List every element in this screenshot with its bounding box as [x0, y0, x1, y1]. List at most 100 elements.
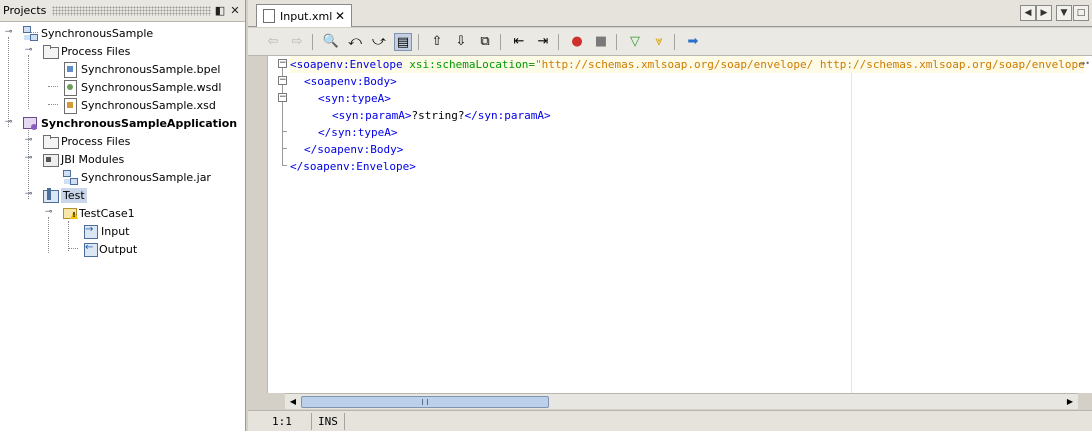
scroll-right-icon[interactable]: ▶	[1063, 395, 1077, 409]
next-bookmark-icon[interactable]: ⇩	[452, 33, 470, 51]
editor-tab-bar: Input.xml ✕ ◀ ▶ ▼ □	[248, 0, 1092, 27]
project-tree: ⊸ SynchronousSample ⊸ Process Files Sync…	[0, 23, 245, 431]
scroll-tabs-left-button[interactable]: ◀	[1020, 5, 1036, 21]
tree-connector	[68, 248, 78, 249]
tree-item-input[interactable]: Input	[82, 222, 129, 240]
tab-input-xml[interactable]: Input.xml ✕	[256, 4, 352, 27]
toggle-bookmark-icon[interactable]: ⧉	[476, 33, 494, 51]
right-margin-guide	[851, 56, 852, 393]
tree-item-label: Test	[61, 187, 87, 203]
tree-item-label: SynchronousSample.jar	[81, 170, 211, 184]
forward-icon[interactable]: ⇨	[288, 33, 306, 51]
input-icon	[82, 223, 98, 239]
testcase-warning-icon	[62, 205, 78, 221]
shift-left-icon[interactable]: ⇤	[510, 33, 528, 51]
fold-guide	[282, 165, 287, 166]
toolbar-separator	[558, 34, 559, 50]
status-separator	[344, 413, 345, 430]
toolbar-separator	[616, 34, 617, 50]
tree-item-label: Process Files	[61, 134, 131, 148]
tree-item-test[interactable]: Test	[42, 186, 87, 204]
composite-app-icon	[22, 115, 38, 131]
tree-connector	[68, 221, 69, 251]
find-previous-icon[interactable]: ⤺	[346, 33, 364, 51]
find-next-icon[interactable]: ⤻	[370, 33, 388, 51]
toolbar-separator	[418, 34, 419, 50]
projects-panel: Projects ◧ ✕ ⊸ SynchronousSample ⊸ Proce…	[0, 0, 246, 431]
scroll-left-icon[interactable]: ◀	[286, 395, 300, 409]
tree-item-output[interactable]: Output	[82, 240, 137, 258]
run-xslt-icon[interactable]: ➡	[684, 33, 702, 51]
test-folder-icon	[42, 187, 59, 203]
expand-toggle-icon[interactable]: ⊸	[24, 190, 33, 199]
find-icon[interactable]: 🔍	[322, 33, 340, 51]
expand-toggle-icon[interactable]: ⊸	[24, 46, 33, 55]
tree-item-composite-application[interactable]: SynchronousSampleApplication	[22, 114, 237, 132]
xsd-file-icon	[62, 97, 78, 114]
expand-toggle-icon[interactable]: ⊸	[44, 208, 53, 217]
show-opened-documents-button[interactable]: ▼	[1056, 5, 1072, 21]
code-line-7: </soapenv:Envelope>	[290, 158, 416, 175]
tree-item-jbi-modules[interactable]: JBI Modules	[42, 150, 124, 168]
xml-tag: </syn:paramA>	[464, 109, 551, 122]
folder-icon	[42, 43, 59, 59]
fold-toggle-icon[interactable]: −	[278, 76, 287, 85]
panel-drag-grip[interactable]	[52, 6, 211, 16]
toolbar-separator	[312, 34, 313, 50]
expand-toggle-icon[interactable]: ⊸	[4, 118, 13, 127]
xml-tag: <syn:typeA>	[318, 92, 391, 105]
status-separator	[311, 413, 312, 430]
tree-item-jar[interactable]: SynchronousSample.jar	[62, 168, 211, 186]
tab-close-icon[interactable]: ✕	[335, 9, 345, 23]
toggle-highlight-icon[interactable]: ▤	[394, 33, 412, 51]
line-end-marker-icon: →•	[1078, 59, 1090, 68]
stop-macro-icon[interactable]: ■	[592, 33, 610, 51]
validate-xml-icon[interactable]: ⩔	[650, 33, 668, 51]
expand-toggle-icon[interactable]: ⊸	[4, 28, 13, 37]
insert-mode: INS	[318, 415, 338, 428]
grip-icon	[422, 399, 428, 405]
scrollbar-thumb[interactable]	[301, 396, 549, 408]
tree-item-xsd-file[interactable]: SynchronousSample.xsd	[62, 96, 216, 114]
tree-item-process-files[interactable]: Process Files	[42, 42, 130, 60]
back-icon[interactable]: ⇦	[264, 33, 282, 51]
start-macro-icon[interactable]: ●	[568, 33, 586, 51]
output-warning-icon	[82, 241, 98, 257]
code-line-5: </syn:typeA>	[318, 124, 397, 141]
code-line-3: <syn:typeA>	[318, 90, 391, 107]
tree-connector	[48, 86, 58, 87]
code-line-6: </soapenv:Body>	[304, 141, 403, 158]
tree-item-label: TestCase1	[79, 206, 135, 220]
fold-toggle-icon[interactable]: −	[278, 59, 287, 68]
tree-item-wsdl-file[interactable]: SynchronousSample.wsdl	[62, 78, 221, 96]
tree-item-label: SynchronousSample.wsdl	[81, 80, 222, 94]
horizontal-scrollbar[interactable]: ◀ ▶	[285, 393, 1078, 409]
minimize-window-icon[interactable]: ◧	[213, 4, 227, 18]
previous-bookmark-icon[interactable]: ⇧	[428, 33, 446, 51]
code-editor[interactable]: − − − <soapenv:Envelope xsi:schemaLocati…	[267, 56, 1092, 393]
code-line-4: <syn:paramA>?string?</syn:paramA>	[332, 107, 551, 124]
project-icon	[22, 25, 38, 41]
tree-connector	[28, 55, 29, 109]
fold-toggle-icon[interactable]: −	[278, 93, 287, 102]
expand-toggle-icon[interactable]: ⊸	[24, 136, 33, 145]
tree-item-label: Input	[101, 224, 130, 238]
xml-tag: </syn:typeA>	[318, 126, 398, 139]
editor-toolbar: ⇦ ⇨ 🔍 ⤺ ⤻ ▤ ⇧ ⇩ ⧉ ⇤ ⇥ ● ■ ▽ ⩔ ➡	[248, 28, 1092, 56]
expand-toggle-icon[interactable]: ⊸	[24, 154, 33, 163]
close-icon[interactable]: ✕	[228, 4, 242, 18]
xml-tag: </soapenv:Body>	[304, 143, 404, 156]
tree-item-testcase1[interactable]: TestCase1	[62, 204, 135, 222]
tree-item-process-files-2[interactable]: Process Files	[42, 132, 130, 150]
scroll-tabs-right-button[interactable]: ▶	[1036, 5, 1052, 21]
toolbar-separator	[674, 34, 675, 50]
check-xml-icon[interactable]: ▽	[626, 33, 644, 51]
tree-connector	[48, 104, 58, 105]
folder-icon	[42, 133, 59, 149]
shift-right-icon[interactable]: ⇥	[534, 33, 552, 51]
maximize-window-button[interactable]: □	[1073, 5, 1089, 21]
tree-item-label: Process Files	[61, 44, 131, 58]
tree-item-bpel-file[interactable]: SynchronousSample.bpel	[62, 60, 220, 78]
tree-item-label: SynchronousSample.bpel	[81, 62, 221, 76]
tree-item-synchronous-sample[interactable]: SynchronousSample	[22, 24, 153, 42]
